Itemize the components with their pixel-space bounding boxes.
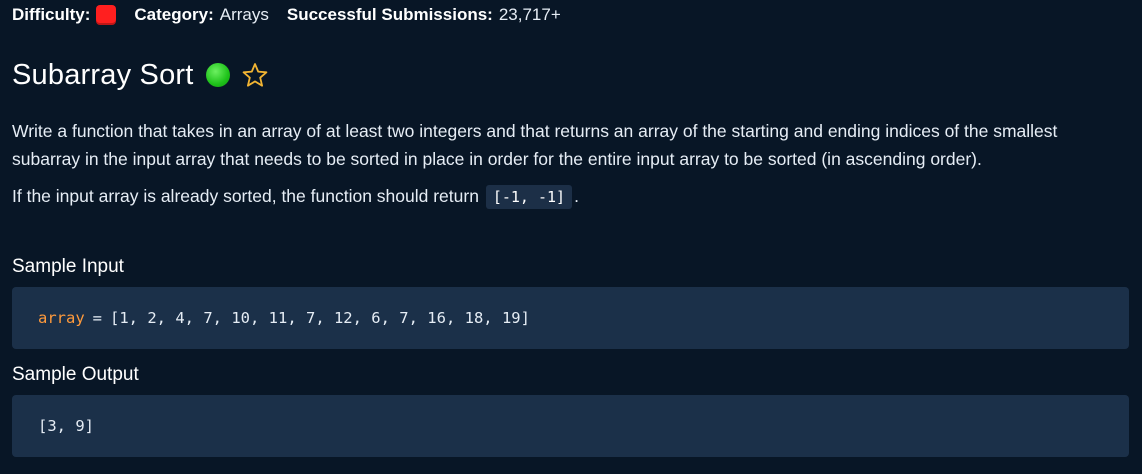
meta-bar: Difficulty: Category: Arrays Successful … (12, 0, 1129, 30)
category-label: Category: (134, 5, 214, 24)
submissions-meta: Successful Submissions: 23,717+ (287, 5, 561, 25)
sample-output-code-block: [3, 9] (12, 395, 1129, 457)
sample-output-title: Sample Output (12, 364, 139, 385)
sample-input-code-block: array = [1, 2, 4, 7, 10, 11, 7, 12, 6, 7… (12, 287, 1129, 349)
inline-code-return-value: [-1, -1] (485, 185, 573, 209)
description-period: . (574, 186, 579, 206)
code-array-value: [1, 2, 4, 7, 10, 11, 7, 12, 6, 7, 16, 18… (110, 309, 530, 327)
title-row: Subarray Sort (12, 56, 1129, 94)
submissions-value: 23,717+ (498, 5, 561, 24)
category-meta: Category: Arrays (134, 5, 268, 25)
problem-page: Difficulty: Category: Arrays Successful … (0, 0, 1142, 474)
completed-status-icon (205, 63, 230, 87)
code-variable-name: array (38, 309, 85, 327)
submissions-label: Successful Submissions: (286, 5, 493, 24)
category-value: Arrays (219, 5, 269, 24)
sample-input-title: Sample Input (12, 256, 124, 277)
code-operator: = (92, 309, 103, 327)
difficulty-meta: Difficulty: (12, 5, 117, 25)
problem-description: Write a function that takes in an array … (12, 117, 1127, 210)
code-output-value: [3, 9] (38, 417, 94, 435)
description-text: If the input array is already sorted, th… (12, 186, 479, 206)
star-outline-icon[interactable] (242, 62, 268, 88)
page-title: Subarray Sort (12, 58, 194, 91)
difficulty-hard-icon (96, 5, 117, 25)
difficulty-label: Difficulty: (12, 5, 91, 24)
description-paragraph-sorted-case: If the input array is already sorted, th… (12, 182, 1127, 210)
description-paragraph: Write a function that takes in an array … (12, 121, 1058, 169)
